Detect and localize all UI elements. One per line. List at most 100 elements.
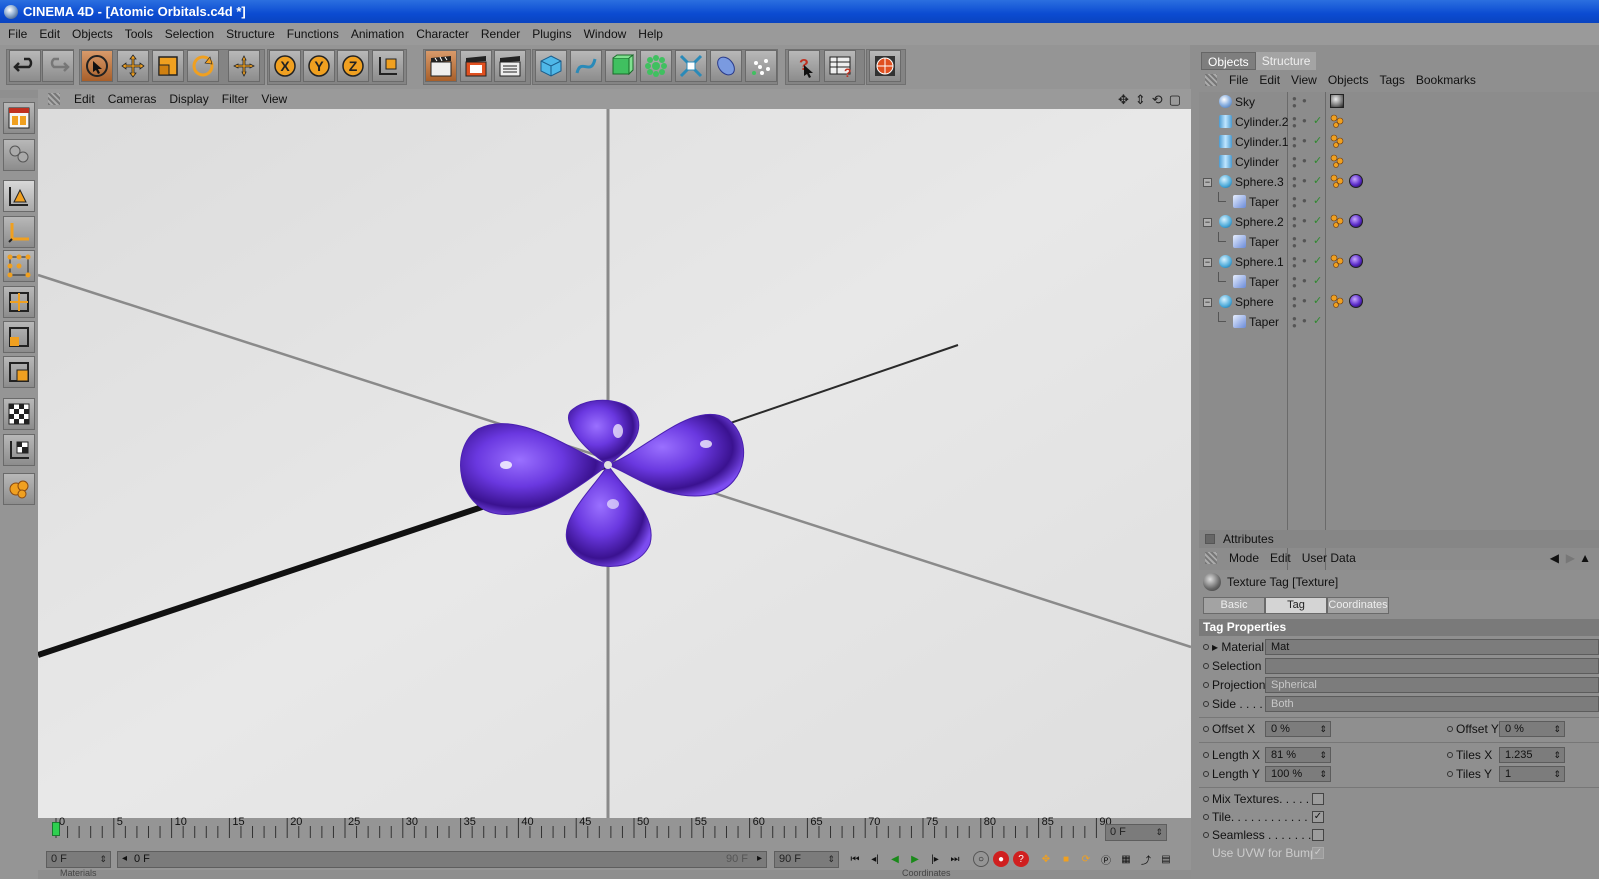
object-row-taper[interactable]: Taper ● ● ● ✓ (1199, 192, 1599, 212)
layer-dot-icon[interactable]: ● (1302, 316, 1307, 325)
add-environment-button[interactable] (710, 50, 742, 82)
menu-tools[interactable]: Tools (121, 27, 161, 41)
material-tag-icon[interactable] (1349, 254, 1363, 268)
online-help-button[interactable] (869, 50, 901, 82)
animation-bullet-icon[interactable] (1203, 682, 1209, 688)
menu-help[interactable]: Help (634, 27, 671, 41)
viewport-menu-edit[interactable]: Edit (70, 92, 104, 106)
object-row-taper[interactable]: Taper ● ● ● ✓ (1199, 272, 1599, 292)
key-parameter-icon[interactable]: Ⓟ (1098, 851, 1114, 867)
attrmenu-mode[interactable]: Mode (1225, 551, 1266, 565)
collapse-toggle-icon[interactable]: − (1203, 178, 1212, 187)
rotate-view-icon[interactable]: ⟲ (1152, 92, 1163, 108)
object-row-sphere[interactable]: − Sphere.1 ● ● ● ✓ (1199, 252, 1599, 272)
layer-dot-icon[interactable]: ● (1302, 156, 1307, 165)
menu-character[interactable]: Character (412, 27, 477, 41)
visibility-dots-icon[interactable]: ● ● (1292, 175, 1297, 190)
animation-bullet-icon[interactable] (1203, 701, 1209, 707)
forward-arrow-icon[interactable]: ▶ (1566, 551, 1575, 565)
visibility-dots-icon[interactable]: ● ● (1292, 155, 1297, 170)
side-dropdown[interactable]: Both (1265, 696, 1599, 712)
visibility-dots-icon[interactable]: ● ● (1292, 235, 1297, 250)
animation-bullet-icon[interactable] (1447, 726, 1453, 732)
add-deformer-button[interactable] (675, 50, 707, 82)
up-arrow-icon[interactable]: ▲ (1579, 551, 1591, 565)
projection-dropdown[interactable]: Spherical (1265, 677, 1599, 693)
animation-bullet-icon[interactable] (1203, 663, 1209, 669)
object-name[interactable]: Cylinder.2 (1235, 115, 1288, 129)
animation-bullet-icon[interactable] (1447, 771, 1453, 777)
step-forward-icon[interactable]: |▸ (927, 851, 943, 867)
offset-x-field[interactable]: 0 % (1265, 721, 1331, 737)
object-row-sky[interactable]: Sky ● ● ● (1199, 92, 1599, 112)
animation-bullet-icon[interactable] (1203, 832, 1209, 838)
attrmenu-user-data[interactable]: User Data (1298, 551, 1363, 565)
tiles-x-field[interactable]: 1.235 (1499, 747, 1565, 763)
make-editable-button[interactable] (3, 139, 35, 171)
range-left-arrow-icon[interactable]: ◂ (122, 853, 127, 864)
key-rotation-icon[interactable]: ⟳ (1078, 851, 1094, 867)
visibility-dots-icon[interactable]: ● ● (1292, 195, 1297, 210)
materials-panel-label[interactable]: Materials (60, 868, 97, 878)
coordinate-system-button[interactable] (372, 50, 404, 82)
back-arrow-icon[interactable]: ◀ (1550, 551, 1559, 565)
visibility-dots-icon[interactable]: ● ● (1292, 115, 1297, 130)
menu-animation[interactable]: Animation (347, 27, 412, 41)
visibility-dots-icon[interactable]: ● ● (1292, 295, 1297, 310)
layout-browser-button[interactable]: ? (824, 50, 856, 82)
layer-dot-icon[interactable]: ● (1302, 276, 1307, 285)
animation-bullet-icon[interactable] (1447, 752, 1453, 758)
layer-dot-icon[interactable]: ● (1302, 116, 1307, 125)
key-position-icon[interactable]: ✥ (1038, 851, 1054, 867)
move-tool-button[interactable] (117, 50, 149, 82)
objmenu-file[interactable]: File (1225, 73, 1255, 87)
object-row-sphere[interactable]: − Sphere.3 ● ● ● ✓ (1199, 172, 1599, 192)
layer-dot-icon[interactable]: ● (1302, 256, 1307, 265)
scale-tool-button[interactable] (152, 50, 184, 82)
use-uvw-checkbox[interactable]: ✓ (1312, 847, 1324, 859)
object-name[interactable]: Sky (1235, 95, 1255, 109)
render-view-button[interactable] (425, 50, 457, 82)
menu-file[interactable]: File (4, 27, 35, 41)
goto-start-icon[interactable]: ⏮ (847, 851, 863, 867)
selection-field[interactable] (1265, 658, 1599, 674)
texture-mode-button[interactable] (3, 398, 35, 430)
current-frame-field[interactable]: 0 F (1105, 824, 1167, 841)
seamless-checkbox[interactable] (1312, 829, 1324, 841)
enabled-check-icon[interactable]: ✓ (1313, 154, 1322, 167)
length-y-field[interactable]: 100 % (1265, 766, 1331, 782)
tab-coordinates[interactable]: Coordinates (1327, 597, 1389, 614)
maximize-view-icon[interactable]: ▢ (1169, 92, 1181, 108)
phong-tag-icon[interactable] (1330, 214, 1344, 228)
object-row-cylinder[interactable]: Cylinder.1 ● ● ● ✓ (1199, 132, 1599, 152)
edge-tool-button[interactable] (3, 286, 35, 318)
menu-edit[interactable]: Edit (35, 27, 68, 41)
phong-tag-icon[interactable] (1330, 174, 1344, 188)
visibility-dots-icon[interactable]: ● ● (1292, 315, 1297, 330)
live-selection-button[interactable] (81, 50, 113, 82)
object-name[interactable]: Cylinder (1235, 155, 1279, 169)
move-view-icon[interactable]: ✥ (1118, 92, 1129, 108)
point-tool-button[interactable] (3, 250, 35, 282)
viewport-menu-cameras[interactable]: Cameras (104, 92, 166, 106)
render-settings-button[interactable] (494, 50, 526, 82)
object-name[interactable]: Sphere.3 (1235, 175, 1284, 189)
objmenu-view[interactable]: View (1287, 73, 1324, 87)
object-name[interactable]: Sphere.1 (1235, 255, 1284, 269)
tile-checkbox[interactable]: ✓ (1312, 811, 1324, 823)
attrmenu-edit[interactable]: Edit (1266, 551, 1298, 565)
enabled-check-icon[interactable]: ✓ (1313, 234, 1322, 247)
goto-end-icon[interactable]: ⏭ (947, 851, 963, 867)
phong-tag-icon[interactable] (1330, 154, 1344, 168)
texture-tag-icon[interactable] (1330, 94, 1344, 108)
animation-bullet-icon[interactable] (1203, 796, 1209, 802)
object-name[interactable]: Taper (1249, 195, 1279, 209)
object-list[interactable]: Sky ● ● ● Cylinder.2 ● ● ● ✓ Cylinder.1 ● ● ● ✓ Cylind… (1199, 92, 1599, 570)
object-name[interactable]: Cylinder.1 (1235, 135, 1288, 149)
layer-dot-icon[interactable]: ● (1302, 296, 1307, 305)
model-tool-button[interactable] (3, 180, 35, 212)
menu-functions[interactable]: Functions (283, 27, 347, 41)
lock-x-button[interactable]: X (269, 50, 301, 82)
visibility-dots-icon[interactable]: ● ● (1292, 95, 1297, 110)
layer-dot-icon[interactable]: ● (1302, 136, 1307, 145)
